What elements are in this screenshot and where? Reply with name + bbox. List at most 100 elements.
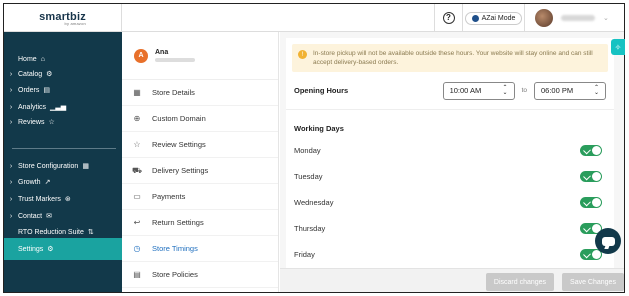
info-icon: ! — [298, 50, 307, 59]
sidebar-item-home[interactable]: Home ⌂ — [4, 52, 122, 66]
store-timings-panel: ! In-store pickup will not be available … — [286, 38, 614, 268]
settings-item-label: Review Settings — [152, 140, 206, 149]
chat-icon — [601, 236, 615, 246]
profile-name: Ana — [155, 49, 169, 56]
settings-icon: ⚙ — [47, 246, 54, 253]
app-window: smartbiz by amazon ? AZai Mode ⌄ Home ⌂ › Ca… — [3, 3, 625, 293]
settings-item-icon: ☆ — [133, 140, 141, 149]
main-content: ! In-store pickup will not be available … — [280, 32, 624, 292]
sidebar-item-settings[interactable]: Settings ⚙ — [4, 238, 122, 260]
day-label: Monday — [294, 145, 321, 155]
sidebar-item-label: Settings — [18, 245, 44, 253]
settings-item-label: Store Policies — [152, 270, 198, 279]
settings-item-label: Store Details — [152, 88, 195, 97]
settings-item-icon: ▤ — [133, 270, 141, 279]
sidebar-item-label: Catalog — [18, 70, 43, 78]
sidebar-item-label: Store Configuration — [18, 162, 79, 170]
settings-item-icon: ↩ — [133, 218, 141, 227]
chat-button[interactable] — [595, 228, 621, 254]
working-day-row: Friday — [286, 241, 614, 267]
chevron-right-icon: › — [9, 118, 13, 126]
save-button[interactable]: Save Changes — [562, 273, 624, 291]
working-day-row: Monday — [286, 137, 614, 163]
day-toggle[interactable] — [580, 196, 602, 208]
sidebar-item-label: Home — [18, 55, 37, 63]
settings-item-label: Return Settings — [152, 218, 204, 227]
action-footer: Discard changes Save Changes — [280, 268, 624, 292]
sidebar-item-label: RTO Reduction Suite — [18, 228, 84, 236]
sidebar-item-analytics[interactable]: › Analytics ▁▃▅ — [4, 100, 122, 114]
close-time-value: 06:00 PM — [541, 86, 574, 95]
sparkle-icon: ✧ — [614, 42, 622, 52]
chevron-right-icon: › — [9, 212, 13, 220]
settings-item-label: Payments — [152, 192, 186, 201]
working-day-row: Wednesday — [286, 189, 614, 215]
sidebar-divider — [12, 148, 116, 149]
day-label: Tuesday — [294, 171, 323, 181]
sidebar-item-rto-reduction-suite[interactable]: RTO Reduction Suite ⇅ — [4, 225, 122, 239]
sidebar: Home ⌂ › Catalog ⚙ › Orders ▤ › Analytics ▁▃▅ › Revi… — [4, 32, 122, 292]
day-label: Friday — [294, 249, 315, 259]
sidebar-item-label: Orders — [18, 86, 40, 94]
settings-item-return-settings[interactable]: ↩ Return Settings — [122, 210, 278, 236]
sidebar-item-trust-markers[interactable]: › Trust Markers ⊛ — [4, 192, 122, 206]
open-time-select[interactable]: 10:00 AM ⌃ ⌄ — [442, 81, 515, 100]
to-label: to — [521, 87, 527, 94]
sidebar-item-growth[interactable]: › Growth ↗ — [4, 175, 122, 189]
settings-menu: A Ana ▦ Store Details ⊕ Custom Domain ☆ Revie… — [122, 32, 279, 292]
trust-icon: ⊛ — [64, 196, 71, 203]
azai-label: AZai Mode — [481, 14, 516, 22]
settings-item-store-details[interactable]: ▦ Store Details — [122, 80, 278, 106]
top-bar: smartbiz by amazon ? AZai Mode ⌄ — [4, 4, 624, 32]
close-time-select[interactable]: 06:00 PM ⌃ ⌄ — [534, 81, 606, 100]
settings-item-icon: ▭ — [133, 192, 141, 201]
home-icon: ⌂ — [40, 55, 45, 63]
chevron-right-icon: › — [9, 195, 13, 203]
opening-hours-label: Opening Hours — [294, 86, 349, 95]
settings-item-label: Store Timings — [152, 244, 198, 253]
sidebar-item-label: Reviews — [18, 118, 45, 126]
ai-assistant-tab[interactable]: ✧ — [611, 39, 625, 55]
sidebar-item-label: Trust Markers — [18, 195, 61, 203]
info-notice: ! In-store pickup will not be available … — [292, 44, 608, 72]
settings-item-store-timings[interactable]: ◷ Store Timings — [122, 236, 278, 262]
sidebar-item-label: Growth — [18, 178, 41, 186]
rto-icon: ⇅ — [87, 229, 94, 236]
sidebar-item-contact[interactable]: › Contact ✉ — [4, 209, 122, 223]
catalog-icon: ⚙ — [46, 71, 53, 78]
working-day-row: Thursday — [286, 215, 614, 241]
sidebar-item-catalog[interactable]: › Catalog ⚙ — [4, 67, 122, 81]
chevron-right-icon: › — [9, 103, 13, 111]
discard-button[interactable]: Discard changes — [486, 273, 554, 291]
chevron-right-icon: › — [9, 178, 13, 186]
settings-item-icon: ◷ — [133, 244, 141, 253]
sidebar-item-store-configuration[interactable]: › Store Configuration ▦ — [4, 159, 122, 173]
avatar — [535, 9, 553, 27]
settings-item-review-settings[interactable]: ☆ Review Settings — [122, 132, 278, 158]
contact-icon: ✉ — [46, 213, 52, 220]
azai-mode-toggle[interactable]: AZai Mode — [464, 11, 523, 25]
sidebar-item-orders[interactable]: › Orders ▤ — [4, 83, 122, 97]
help-icon: ? — [442, 12, 455, 24]
chevron-down-icon: ⌄ — [603, 15, 609, 22]
settings-item-store-policies[interactable]: ▤ Store Policies — [122, 262, 278, 288]
star-icon: ☆ — [48, 119, 55, 126]
settings-item-icon: ▦ — [133, 88, 141, 97]
settings-item-custom-domain[interactable]: ⊕ Custom Domain — [122, 106, 278, 132]
settings-item-delivery-settings[interactable]: ⛟ Delivery Settings — [122, 158, 278, 184]
user-menu[interactable]: ⌄ — [524, 4, 624, 32]
settings-item-payments[interactable]: ▭ Payments — [122, 184, 278, 210]
chevron-right-icon: › — [9, 86, 13, 94]
settings-item-label: Delivery Settings — [152, 166, 209, 175]
day-label: Wednesday — [294, 197, 334, 207]
store-profile[interactable]: A Ana — [122, 32, 278, 80]
open-time-value: 10:00 AM — [449, 86, 482, 95]
working-days-label: Working Days — [294, 124, 344, 133]
sidebar-item-reviews[interactable]: › Reviews ☆ — [4, 115, 122, 129]
day-label: Thursday — [294, 223, 326, 233]
day-toggle[interactable] — [580, 144, 602, 156]
logo[interactable]: smartbiz by amazon — [4, 4, 122, 32]
azai-icon — [471, 14, 479, 22]
day-toggle[interactable] — [580, 170, 602, 182]
help-button[interactable]: ? — [434, 4, 462, 32]
